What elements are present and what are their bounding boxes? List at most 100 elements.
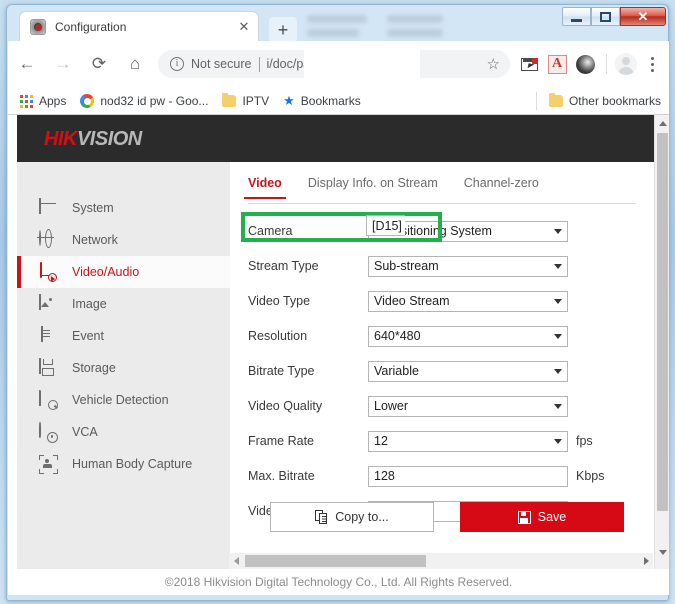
sidebar-item-human-body-capture[interactable]: Human Body Capture (17, 448, 230, 480)
event-icon (39, 327, 58, 346)
form-row-bitrate-type: Bitrate Type Variable (248, 356, 648, 386)
page-capture-icon[interactable] (516, 51, 542, 77)
sidebar-item-label: Event (72, 330, 104, 343)
form-row-frame-rate: Frame Rate 12 fps (248, 426, 648, 456)
frame-rate-value: 12 (374, 434, 388, 448)
bookmark-nod32[interactable]: nod32 id pw - Goo... (80, 94, 208, 108)
stream-type-select[interactable]: Sub-stream (368, 256, 568, 277)
star-icon: ★ (283, 93, 295, 109)
copy-icon (315, 510, 328, 524)
page-footer: ©2018 Hikvision Digital Technology Co., … (8, 569, 669, 595)
copy-to-button[interactable]: Copy to... (270, 502, 434, 532)
adobe-acrobat-icon[interactable]: A (544, 51, 570, 77)
vertical-scrollbar[interactable] (654, 115, 669, 578)
opera-icon[interactable] (572, 51, 598, 77)
bookmark-bookmarks[interactable]: ★ Bookmarks (283, 93, 361, 109)
scroll-down-icon[interactable] (655, 544, 669, 560)
chevron-down-icon (554, 439, 562, 444)
browser-tab[interactable]: Configuration ✕ (19, 11, 259, 41)
bookmark-iptv[interactable]: IPTV (222, 94, 269, 108)
tab-close-icon[interactable]: ✕ (236, 19, 252, 35)
address-bar[interactable]: i Not secure i/doc/page... ☆ (158, 50, 510, 78)
sidebar-item-vehicle-detection[interactable]: Vehicle Detection (17, 384, 230, 416)
sidebar-item-storage[interactable]: Storage (17, 352, 230, 384)
browser-window: Configuration ✕ + ✕ ← → ⟳ ⌂ i Not secure… (6, 4, 669, 601)
toolbar-divider (606, 54, 607, 74)
camera-favicon-icon (30, 19, 46, 35)
sidebar-item-vca[interactable]: VCA (17, 416, 230, 448)
vertical-scrollbar-thumb[interactable] (657, 133, 668, 511)
save-button[interactable]: Save (460, 502, 624, 532)
info-icon[interactable]: i (170, 57, 184, 71)
horizontal-scrollbar-thumb[interactable] (245, 555, 426, 567)
sidebar-item-label: System (72, 202, 114, 215)
max-bitrate-input[interactable]: 128 (368, 466, 568, 487)
video-quality-select[interactable]: Lower (368, 396, 568, 417)
background-blur-hint (307, 15, 367, 23)
sidebar-item-image[interactable]: Image (17, 288, 230, 320)
background-blur-hint (307, 29, 359, 37)
three-dot-menu-icon[interactable] (641, 57, 663, 72)
video-type-select[interactable]: Video Stream (368, 291, 568, 312)
bitrate-type-label: Bitrate Type (248, 364, 368, 378)
logo-part-hik: HIK (44, 128, 77, 150)
form-row-video-type: Video Type Video Stream (248, 286, 648, 316)
profile-avatar-icon[interactable] (613, 51, 639, 77)
background-blur-hint (387, 29, 443, 37)
frame-rate-select[interactable]: 12 (368, 431, 568, 452)
back-icon[interactable]: ← (10, 47, 44, 81)
desktop-background: Configuration ✕ + ✕ ← → ⟳ ⌂ i Not secure… (0, 0, 675, 604)
form-row-camera: Camera P Positioning System [D15] (248, 216, 648, 246)
bookmark-label: nod32 id pw - Goo... (100, 94, 208, 108)
copy-to-label: Copy to... (335, 510, 389, 524)
window-minimize-button[interactable] (562, 7, 591, 26)
sidebar-item-network[interactable]: Network (17, 224, 230, 256)
bookmarks-divider (536, 92, 537, 110)
folder-icon (549, 95, 563, 107)
form-row-resolution: Resolution 640*480 (248, 321, 648, 351)
vehicle-detection-icon (39, 391, 58, 410)
sidebar-item-event[interactable]: Event (17, 320, 230, 352)
sidebar-item-video-audio[interactable]: Video/Audio (17, 256, 230, 288)
bookmark-apps[interactable]: Apps (20, 94, 66, 108)
browser-chrome: ← → ⟳ ⌂ i Not secure i/doc/page... ☆ A (8, 41, 669, 115)
sidebar-item-label: Network (72, 234, 118, 247)
configuration-sidebar: System Network Video/Audio Image Event (17, 162, 230, 578)
omnibox-divider (259, 57, 260, 72)
tab-video[interactable]: Video (248, 176, 282, 198)
video-settings-form: Camera P Positioning System [D15] Stream… (248, 216, 648, 531)
video-audio-icon (39, 263, 58, 282)
frame-rate-unit: fps (576, 434, 593, 448)
form-row-video-quality: Video Quality Lower (248, 391, 648, 421)
scroll-right-icon[interactable] (639, 553, 653, 569)
resolution-select[interactable]: 640*480 (368, 326, 568, 347)
forward-icon[interactable]: → (46, 47, 80, 81)
window-controls: ✕ (562, 7, 666, 26)
window-maximize-button[interactable] (591, 7, 620, 26)
video-quality-label: Video Quality (248, 399, 368, 413)
max-bitrate-label: Max. Bitrate (248, 469, 368, 483)
home-icon[interactable]: ⌂ (118, 47, 152, 81)
scroll-left-icon[interactable] (229, 553, 243, 569)
frame-rate-label: Frame Rate (248, 434, 368, 448)
scroll-up-icon[interactable] (655, 115, 669, 131)
new-tab-button[interactable]: + (269, 17, 297, 43)
google-icon (80, 94, 94, 108)
reload-icon[interactable]: ⟳ (82, 47, 116, 81)
chevron-down-icon (554, 299, 562, 304)
other-bookmarks[interactable]: Other bookmarks (549, 94, 661, 108)
tab-channel-zero[interactable]: Channel-zero (464, 176, 539, 198)
chevron-down-icon (554, 334, 562, 339)
window-close-button[interactable]: ✕ (620, 7, 666, 26)
sidebar-item-system[interactable]: System (17, 192, 230, 224)
horizontal-scrollbar[interactable] (229, 553, 653, 569)
max-bitrate-value: 128 (374, 469, 395, 483)
bitrate-type-select[interactable]: Variable (368, 361, 568, 382)
title-bar: Configuration ✕ + ✕ (7, 5, 670, 41)
logo-part-vision: VISION (77, 128, 142, 150)
max-bitrate-unit: Kbps (576, 469, 605, 483)
storage-icon (39, 359, 58, 378)
tab-display-info-on-stream[interactable]: Display Info. on Stream (308, 176, 438, 198)
bookmark-star-icon[interactable]: ☆ (487, 55, 504, 73)
chevron-down-icon (554, 229, 562, 234)
